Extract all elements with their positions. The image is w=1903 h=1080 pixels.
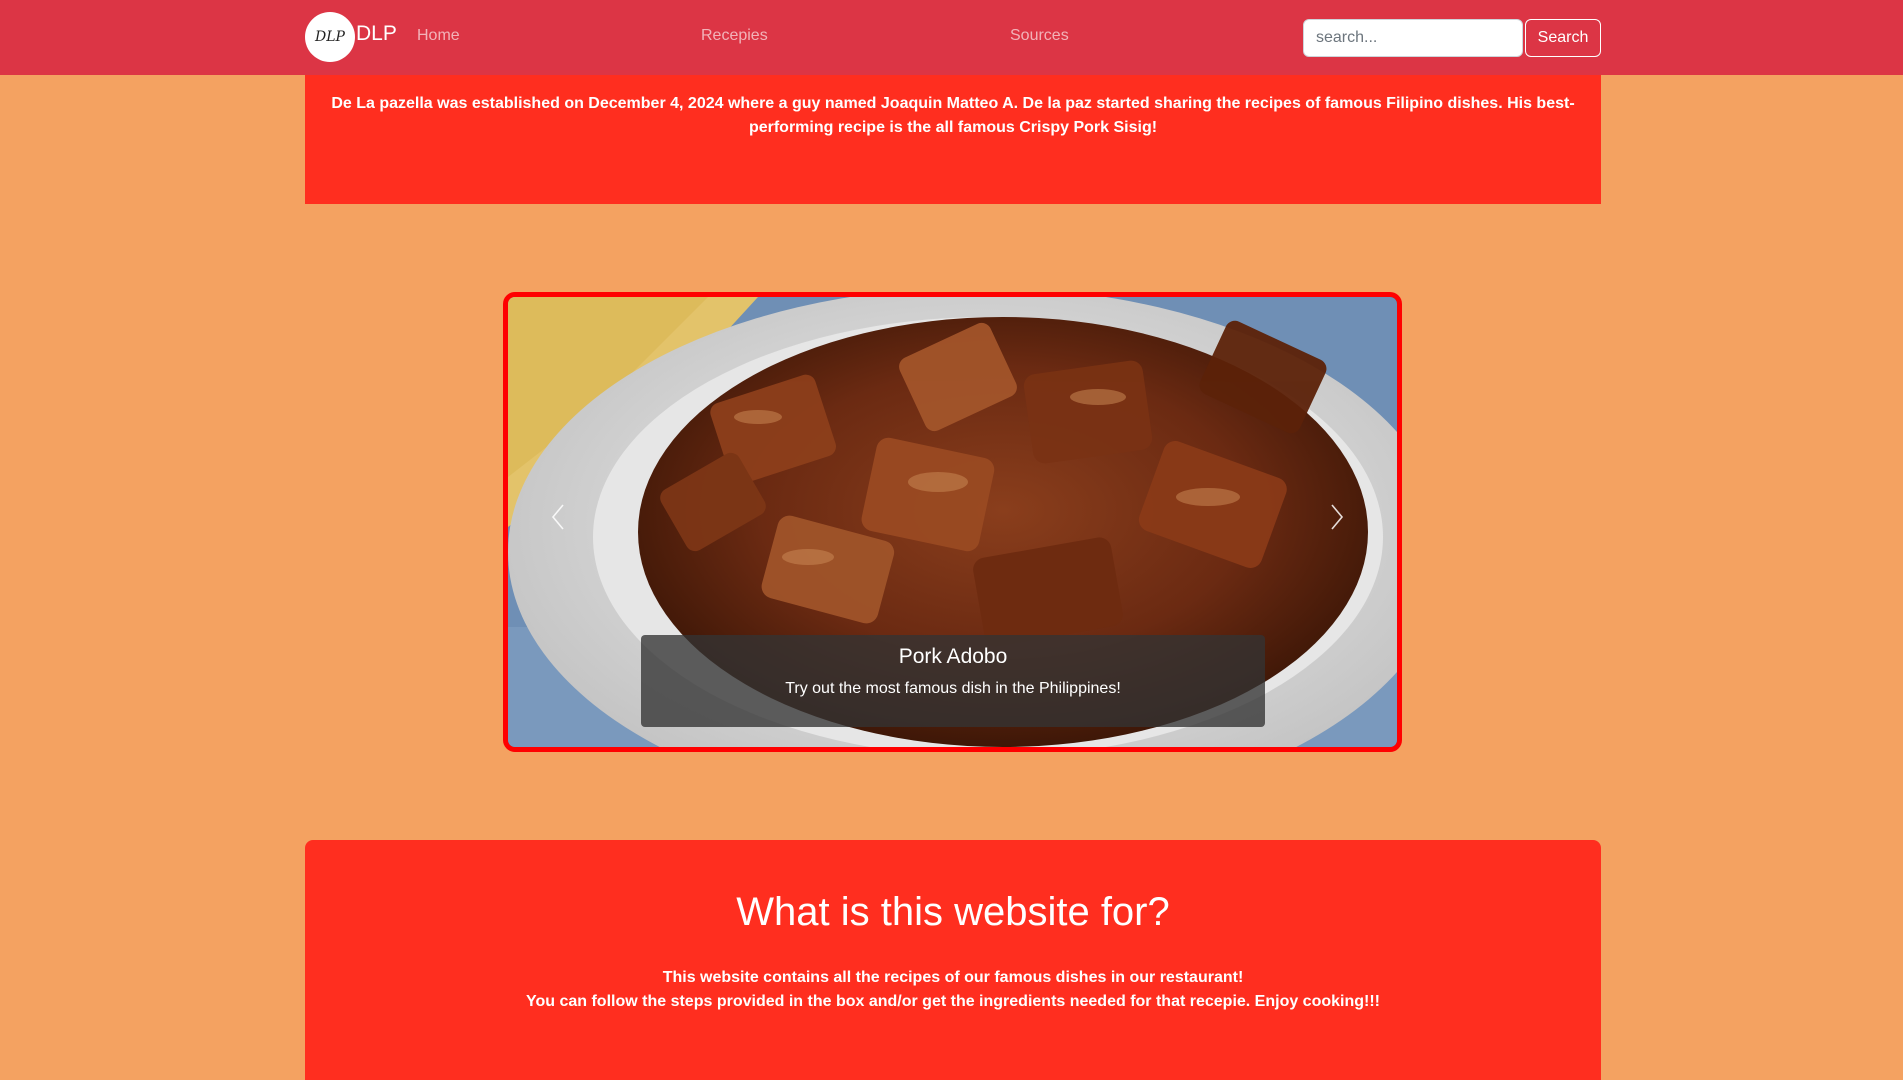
nav-link-home[interactable]: Home xyxy=(417,27,460,45)
intro-banner: De La pazella was established on Decembe… xyxy=(305,75,1601,204)
nav-link-recepies[interactable]: Recepies xyxy=(701,27,768,45)
about-line-2: You can follow the steps provided in the… xyxy=(525,993,1380,1010)
navbar: DLP DLP Home Recepies Sources Search xyxy=(0,0,1903,75)
caption-title: Pork Adobo xyxy=(898,645,1008,668)
search-button[interactable]: Search xyxy=(1525,19,1601,57)
search-input[interactable] xyxy=(1303,19,1523,57)
about-section: What is this website for? This website c… xyxy=(305,840,1601,1080)
chevron-right-icon xyxy=(1330,503,1344,531)
brand-link[interactable]: DLP DLP xyxy=(305,12,397,62)
chevron-left-icon xyxy=(551,503,565,531)
carousel: Pork Adobo Try out the most famous dish … xyxy=(503,292,1402,752)
caption-text: Try out the most famous dish in the Phil… xyxy=(785,680,1121,697)
about-line-1: This website contains all the recipes of… xyxy=(662,969,1244,986)
brand-logo[interactable]: DLP xyxy=(305,12,355,62)
about-title: What is this website for? xyxy=(736,890,1170,934)
carousel-next-button[interactable] xyxy=(1317,487,1357,547)
carousel-caption: Pork Adobo Try out the most famous dish … xyxy=(641,635,1265,727)
brand-name[interactable]: DLP xyxy=(356,22,397,46)
carousel-prev-button[interactable] xyxy=(538,487,578,547)
intro-text: De La pazella was established on Decembe… xyxy=(331,95,1575,136)
nav-link-sources[interactable]: Sources xyxy=(1010,27,1069,45)
brand-logo-text: DLP xyxy=(315,29,345,45)
navbar-container: DLP DLP Home Recepies Sources Search xyxy=(305,0,1601,75)
